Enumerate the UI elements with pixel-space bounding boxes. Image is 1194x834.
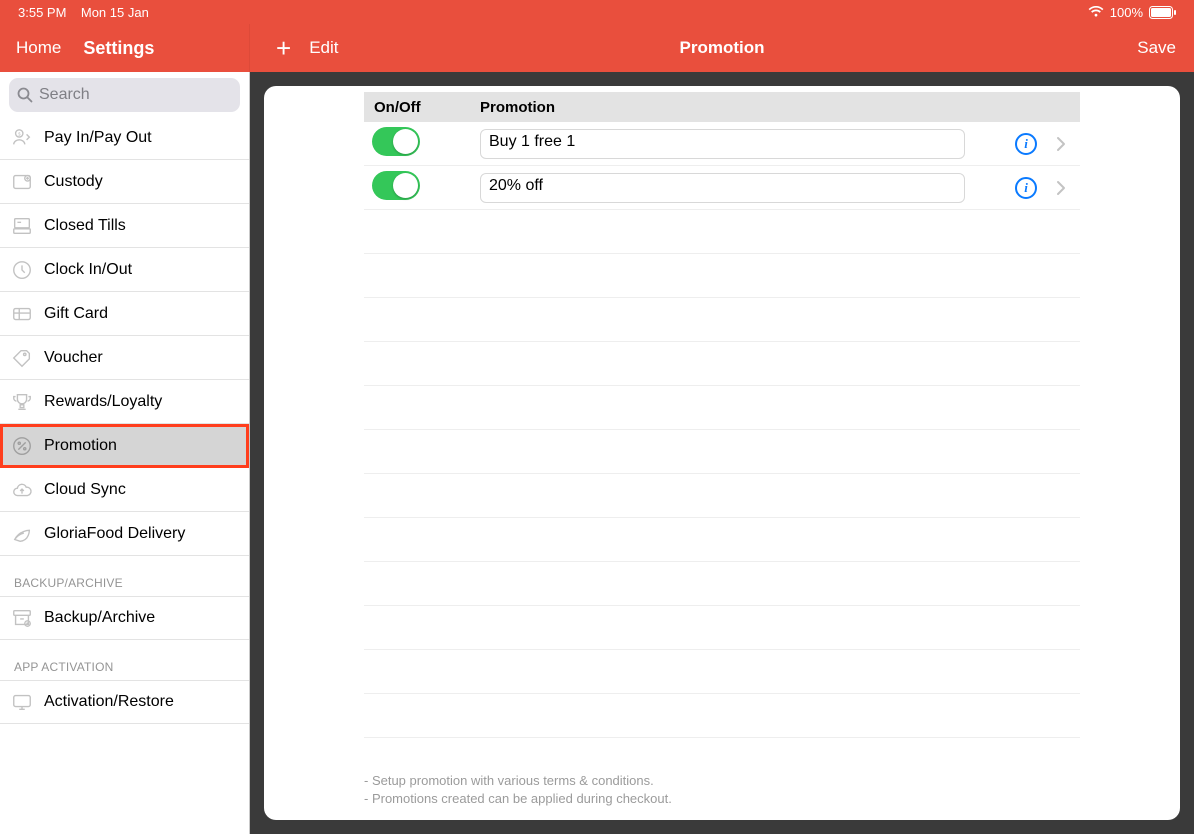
sidebar-item-clock-in-out[interactable]: Clock In/Out xyxy=(0,248,249,292)
empty-row xyxy=(364,210,1080,254)
empty-row xyxy=(364,430,1080,474)
sidebar-item-label: Pay In/Pay Out xyxy=(44,129,152,147)
activation-icon xyxy=(10,690,34,714)
empty-row xyxy=(364,650,1080,694)
battery-icon xyxy=(1149,6,1176,19)
edit-button[interactable]: Edit xyxy=(309,38,338,58)
save-button[interactable]: Save xyxy=(1137,38,1176,58)
sidebar-item-label: Backup/Archive xyxy=(44,609,155,627)
voucher-icon xyxy=(10,346,34,370)
footer-hints: - Setup promotion with various terms & c… xyxy=(364,772,1080,808)
promotion-name-input[interactable]: 20% off xyxy=(480,173,965,203)
info-icon[interactable]: i xyxy=(1015,177,1037,199)
empty-row xyxy=(364,386,1080,430)
empty-row xyxy=(364,694,1080,738)
sidebar-item-label: Custody xyxy=(44,173,103,191)
table-row: 20% off i xyxy=(364,166,1080,210)
hint-line: - Setup promotion with various terms & c… xyxy=(364,772,1080,790)
chevron-right-icon[interactable] xyxy=(1056,180,1080,196)
trophy-icon xyxy=(10,390,34,414)
header-onoff: On/Off xyxy=(364,99,480,116)
sidebar-item-voucher[interactable]: Voucher xyxy=(0,336,249,380)
sidebar-item-rewards-loyalty[interactable]: Rewards/Loyalty xyxy=(0,380,249,424)
search-input[interactable]: Search xyxy=(9,78,240,112)
sidebar-item-label: Clock In/Out xyxy=(44,261,132,279)
sidebar-item-gloriafood[interactable]: GloriaFood Delivery xyxy=(0,512,249,556)
hint-line: - Promotions created can be applied duri… xyxy=(364,790,1080,808)
sidebar-item-promotion[interactable]: Promotion xyxy=(0,424,249,468)
status-time: 3:55 PM xyxy=(18,5,66,20)
promotion-panel: On/Off Promotion Buy 1 free 1 i 20% off … xyxy=(264,86,1180,820)
payinout-icon: $ xyxy=(10,126,34,150)
battery-pct: 100% xyxy=(1110,5,1143,20)
sidebar-item-pay-in-out[interactable]: $ Pay In/Pay Out xyxy=(0,116,249,160)
cloud-icon xyxy=(10,478,34,502)
sidebar-item-label: Voucher xyxy=(44,349,103,367)
empty-row xyxy=(364,518,1080,562)
chevron-right-icon[interactable] xyxy=(1056,136,1080,152)
empty-row xyxy=(364,298,1080,342)
toggle-switch[interactable] xyxy=(372,171,420,200)
search-placeholder: Search xyxy=(39,86,90,104)
search-icon xyxy=(17,87,33,103)
content-area: On/Off Promotion Buy 1 free 1 i 20% off … xyxy=(250,72,1194,834)
sidebar-item-label: Activation/Restore xyxy=(44,693,174,711)
top-bar: Home Settings + Edit Promotion Save xyxy=(0,24,1194,72)
section-header-backup: BACKUP/ARCHIVE xyxy=(0,556,249,596)
sidebar-item-gift-card[interactable]: Gift Card xyxy=(0,292,249,336)
empty-row xyxy=(364,474,1080,518)
empty-row xyxy=(364,254,1080,298)
sidebar-item-backup-archive[interactable]: Backup/Archive xyxy=(0,596,249,640)
table-row: Buy 1 free 1 i xyxy=(364,122,1080,166)
sidebar-item-cloud-sync[interactable]: Cloud Sync xyxy=(0,468,249,512)
empty-row xyxy=(364,606,1080,650)
table-header: On/Off Promotion xyxy=(364,92,1080,122)
empty-row xyxy=(364,342,1080,386)
svg-text:$: $ xyxy=(18,131,21,136)
till-icon xyxy=(10,214,34,238)
status-date: Mon 15 Jan xyxy=(81,5,149,20)
sidebar-item-label: Closed Tills xyxy=(44,217,126,235)
sidebar-item-label: GloriaFood Delivery xyxy=(44,525,185,543)
giftcard-icon xyxy=(10,302,34,326)
add-button[interactable]: + xyxy=(276,35,291,61)
sidebar-item-label: Promotion xyxy=(44,437,117,455)
info-icon[interactable]: i xyxy=(1015,133,1037,155)
header-promotion: Promotion xyxy=(480,99,1080,116)
leaf-icon xyxy=(10,522,34,546)
sidebar-item-closed-tills[interactable]: Closed Tills xyxy=(0,204,249,248)
section-header-activation: APP ACTIVATION xyxy=(0,640,249,680)
status-bar: 3:55 PM Mon 15 Jan 100% xyxy=(0,0,1194,24)
sidebar-item-label: Gift Card xyxy=(44,305,108,323)
home-button[interactable]: Home xyxy=(16,38,61,58)
toggle-switch[interactable] xyxy=(372,127,420,156)
sidebar: Search Previous Receipts $ Pay In/Pay Ou… xyxy=(0,72,250,834)
promotion-name-input[interactable]: Buy 1 free 1 xyxy=(480,129,965,159)
empty-row xyxy=(364,562,1080,606)
archive-icon xyxy=(10,606,34,630)
page-title: Promotion xyxy=(680,38,765,58)
sidebar-item-custody[interactable]: Custody xyxy=(0,160,249,204)
custody-icon xyxy=(10,170,34,194)
sidebar-item-activation-restore[interactable]: Activation/Restore xyxy=(0,680,249,724)
percent-icon xyxy=(10,434,34,458)
wifi-icon xyxy=(1088,6,1104,18)
sidebar-item-label: Rewards/Loyalty xyxy=(44,393,162,411)
settings-title: Settings xyxy=(83,38,154,59)
clock-icon xyxy=(10,258,34,282)
sidebar-item-label: Cloud Sync xyxy=(44,481,126,499)
